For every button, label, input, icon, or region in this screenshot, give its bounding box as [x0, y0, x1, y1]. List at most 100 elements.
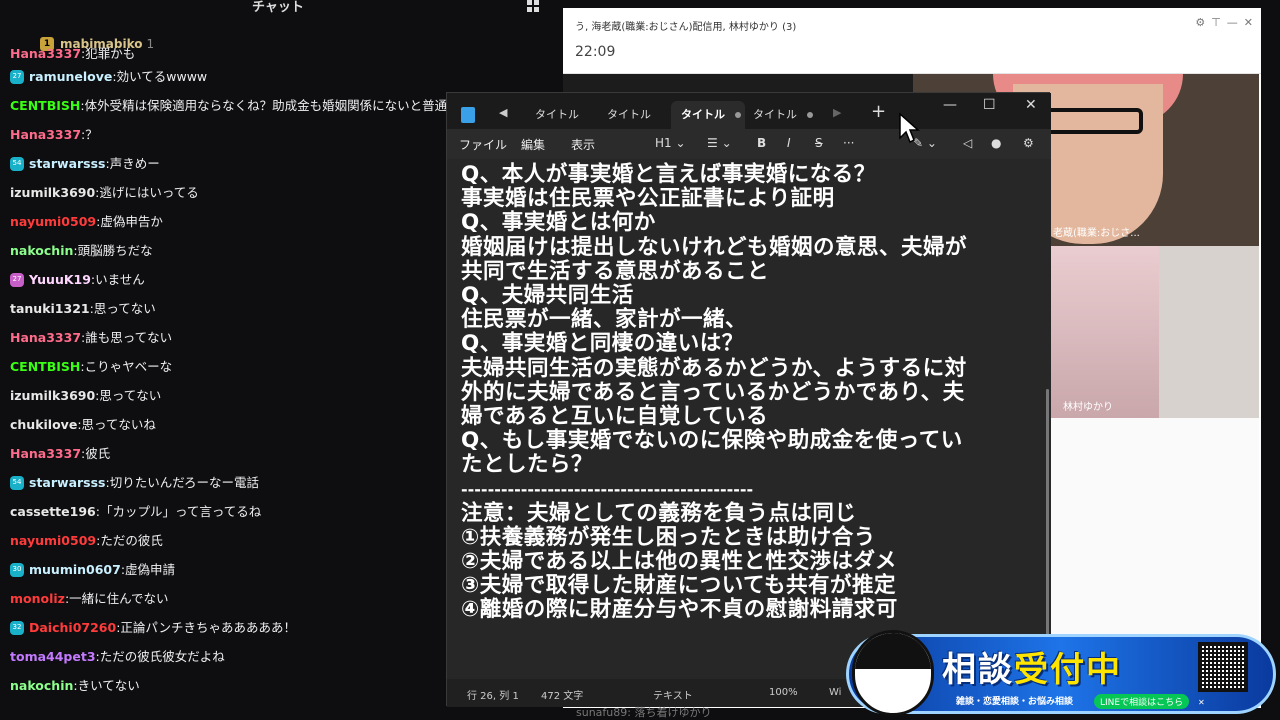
chat-username[interactable]: nakochin: [10, 236, 73, 265]
chat-username[interactable]: Hana3337: [10, 439, 81, 468]
text-format[interactable]: テキスト: [653, 687, 693, 702]
chat-username[interactable]: nayumi0509: [10, 526, 96, 555]
close-icon[interactable]: ✕: [1244, 16, 1253, 29]
menu-bar: ファイル 編集 表示 H1 ⌄ ☰ ⌄ B I S ··· ✎ ⌄ ◁ ● ⚙: [447, 129, 1051, 159]
minimize-icon[interactable]: —: [1227, 16, 1238, 29]
tab-3-active[interactable]: タイトル: [671, 101, 745, 129]
editor-line: ----------------------------------------…: [461, 479, 754, 499]
chat-username[interactable]: Hana3337: [10, 46, 81, 62]
editor-area[interactable]: Q、本人が事実婚と言えば事実婚になる？ 事実婚は住民票や公正証書により証明 Q、事実…: [447, 159, 1051, 679]
chat-users-icon[interactable]: [527, 0, 541, 12]
notepad-window: ◀ タイトル タイトル タイトル タイトル ▶ + — ☐ ✕ ファイル 編集 …: [446, 92, 1051, 707]
chat-username[interactable]: YuuuK19: [29, 265, 91, 294]
chat-text: 声きめー: [109, 156, 160, 171]
chat-text: 切りたいんだろーなー電話: [109, 475, 259, 490]
call-controls: ⚙ ⊤ — ✕: [1195, 16, 1253, 29]
qr-code-icon: [1198, 642, 1248, 692]
chat-text: 体外受精は保険適用ならなくね？助成金も婚姻関係にないと普通: [84, 98, 448, 113]
menu-edit[interactable]: 編集: [521, 136, 545, 153]
editor-line: Q、事実婚と同棲の違いは？: [461, 331, 744, 357]
chat-username[interactable]: starwarsss: [29, 149, 105, 178]
more-icon[interactable]: ···: [843, 136, 854, 150]
banner-character-hair: [855, 633, 931, 669]
chat-username[interactable]: Hana3337: [10, 323, 81, 352]
chat-text: 誰も思ってない: [85, 330, 173, 345]
chat-username[interactable]: cassette196: [10, 497, 96, 526]
chat-username[interactable]: ramunelove: [29, 62, 112, 91]
video-tile-yukari: [1049, 246, 1259, 418]
chat-text: ？: [85, 127, 98, 142]
close-button[interactable]: ✕: [1025, 97, 1037, 113]
chat-username[interactable]: CENTBISH: [10, 91, 80, 120]
list-icon[interactable]: ☰ ⌄: [707, 136, 732, 150]
minimize-button[interactable]: —: [943, 97, 957, 113]
chat-text: ただの彼氏: [100, 533, 163, 548]
editor-line: 注意：夫婦としての義務を負う点は同じ: [461, 500, 857, 526]
chat-username[interactable]: nayumi0509: [10, 207, 96, 236]
chat-text: 思ってないね: [81, 417, 156, 432]
encoding[interactable]: Wi: [829, 687, 841, 698]
chat-text: 思ってない: [93, 301, 156, 316]
maximize-button[interactable]: ☐: [983, 97, 996, 113]
editor-line: 婦であると互いに自覚している: [461, 404, 769, 430]
editor-line: 住民票が一緒、家計が一緒、: [461, 307, 748, 333]
mouse-cursor-icon: [899, 112, 920, 144]
chat-text: 一緒に住んでない: [69, 591, 169, 606]
menu-file[interactable]: ファイル: [459, 136, 507, 153]
chat-text: 虚偽申告か: [100, 214, 163, 229]
tab-1[interactable]: タイトル: [525, 101, 589, 146]
strikethrough-icon[interactable]: S: [815, 136, 823, 150]
settings-gear-icon[interactable]: ⚙: [1023, 136, 1034, 150]
chat-username[interactable]: monoliz: [10, 584, 65, 613]
heading-dropdown[interactable]: H1 ⌄: [655, 136, 686, 150]
chat-username[interactable]: nakochin: [10, 671, 73, 700]
editor-text[interactable]: Q、本人が事実婚と言えば事実婚になる？ 事実婚は住民票や公正証書により証明 Q、事実…: [461, 162, 967, 623]
chat-username[interactable]: toma44pet3: [10, 642, 96, 671]
chat-username[interactable]: Hana3337: [10, 120, 81, 149]
settings-icon[interactable]: ⚙: [1195, 16, 1205, 29]
chat-username[interactable]: Daichi07260: [29, 613, 116, 642]
new-tab-button[interactable]: +: [871, 101, 886, 122]
call-time: 22:09: [575, 44, 616, 60]
tab-scroll-right-icon[interactable]: ▶: [833, 106, 841, 119]
subscriber-badge-icon[interactable]: 54: [10, 156, 24, 171]
chat-username[interactable]: tanuki1321: [10, 294, 90, 323]
italic-icon[interactable]: I: [787, 136, 791, 150]
cursor-position: 行 26, 列 1: [467, 691, 519, 702]
subscriber-badge-icon[interactable]: 27: [10, 272, 24, 287]
zoom-level[interactable]: 100%: [769, 687, 798, 698]
copilot-icon[interactable]: ◁: [963, 136, 972, 150]
participant-label-yukari: 林村ゆかり: [1063, 402, 1113, 413]
editor-line: Q、事実婚とは何か: [461, 210, 656, 236]
line-contact-badge: LINEで相談はこちら: [1094, 694, 1190, 709]
subscriber-badge-icon[interactable]: 32: [10, 620, 24, 635]
chat-username[interactable]: starwarsss: [29, 468, 105, 497]
chat-username[interactable]: CENTBISH: [10, 352, 80, 381]
account-icon[interactable]: ●: [991, 136, 1001, 150]
tab-scroll-left-icon[interactable]: ◀: [499, 106, 507, 119]
editor-line: たとしたら？: [461, 452, 594, 478]
participant-label-ebizo: 老蔵(職業:おじさ...: [1053, 228, 1140, 239]
call-title: う, 海老蔵(職業:おじさん)配信用, 林村ゆかり (3): [575, 22, 797, 33]
chat-message: 27 ramunelove: 効いてるwwww: [10, 62, 555, 91]
tab-2[interactable]: タイトル: [597, 101, 661, 146]
bold-icon[interactable]: B: [757, 136, 766, 150]
tab-4[interactable]: タイトル: [751, 101, 815, 129]
chat-text: 逃げにはいってる: [99, 185, 199, 200]
subscriber-badge-icon[interactable]: 54: [10, 475, 24, 490]
subscriber-badge-icon[interactable]: 30: [10, 562, 24, 577]
chat-username[interactable]: muumin0607: [29, 555, 121, 584]
chat-text: いません: [95, 272, 145, 287]
menu-view[interactable]: 表示: [571, 136, 595, 153]
chat-text: 虚偽申請: [125, 562, 176, 577]
subscriber-badge-icon[interactable]: 27: [10, 69, 24, 84]
chat-username[interactable]: izumilk3690: [10, 381, 95, 410]
notepad-app-icon: [461, 107, 475, 123]
chat-text: 彼氏: [85, 446, 111, 461]
pin-icon[interactable]: ⊤: [1211, 16, 1221, 29]
chat-username[interactable]: izumilk3690: [10, 178, 95, 207]
chat-text: 効いてるwwww: [116, 69, 208, 84]
tab-bar: ◀ タイトル タイトル タイトル タイトル ▶ + — ☐ ✕: [447, 93, 1051, 146]
chat-text: 頭脳勝ちだな: [77, 243, 153, 258]
chat-username[interactable]: chukilove: [10, 410, 77, 439]
